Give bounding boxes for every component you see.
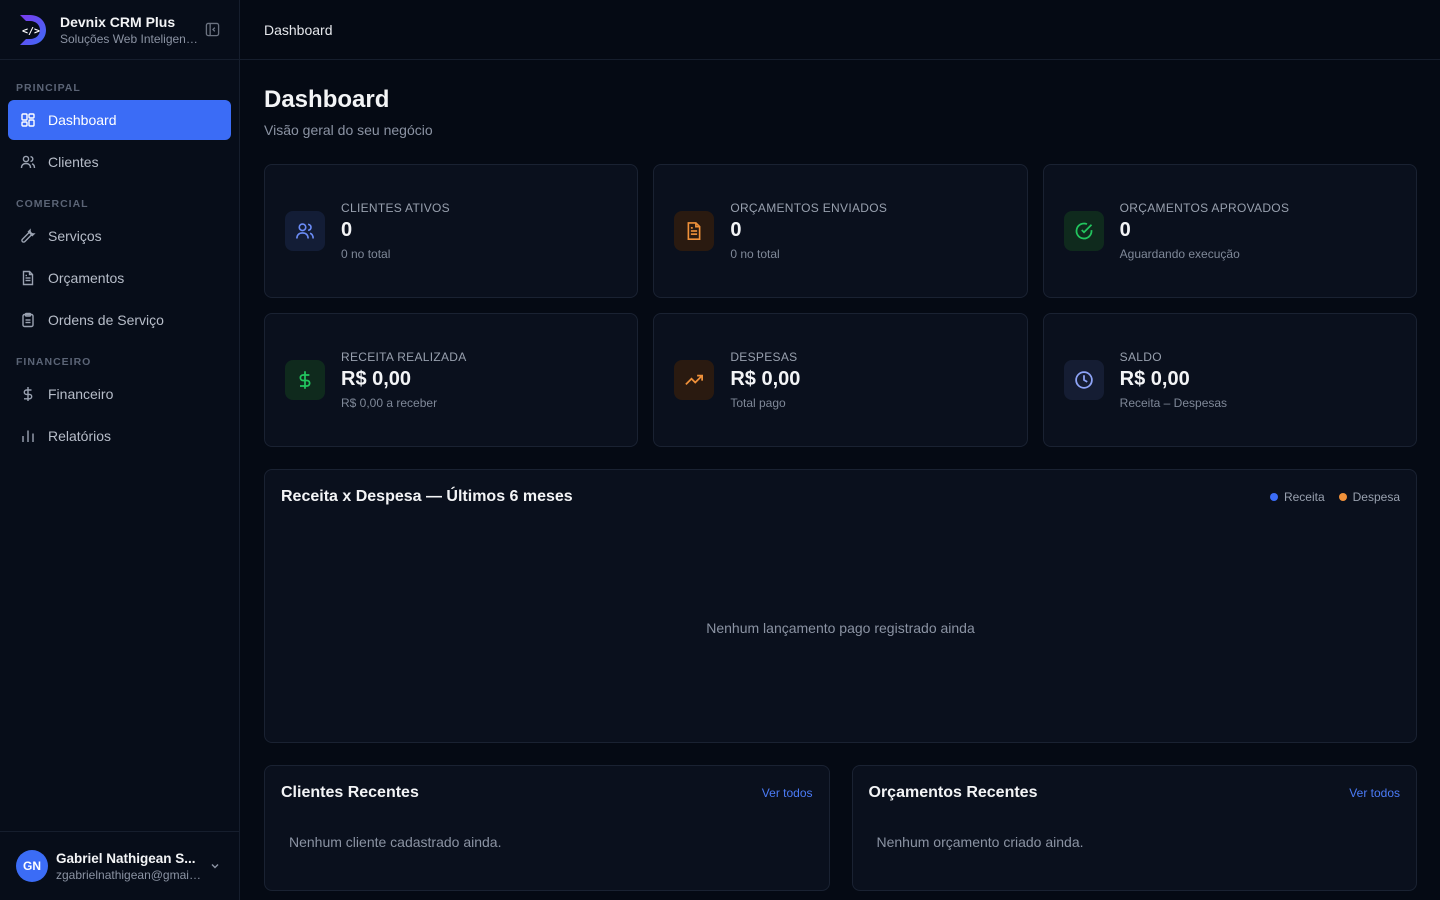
stat-note: 0 no total	[341, 247, 391, 261]
sidebar: </> Devnix CRM Plus Soluções Web Intelig…	[0, 0, 240, 900]
legend-item-receita: Receita	[1269, 490, 1325, 504]
stat-label: ORÇAMENTOS APROVADOS	[1119, 201, 1290, 215]
bar-chart-icon	[20, 428, 36, 444]
recent-clients-card: Clientes Recentes Ver todos Nenhum clien…	[264, 765, 830, 891]
sidebar-item-clientes[interactable]: Clientes	[8, 142, 231, 182]
stat-label: SALDO	[1119, 350, 1162, 364]
page-subtitle: Visão geral do seu negócio	[264, 122, 433, 138]
sidebar-item-ordens-de-servico[interactable]: Ordens de Serviço	[8, 300, 231, 340]
stat-label: DESPESAS	[730, 350, 798, 364]
sidebar-item-financeiro[interactable]: Financeiro	[8, 374, 231, 414]
user-menu[interactable]: GN Gabriel Nathigean S... zgabrielnathig…	[0, 831, 239, 900]
sidebar-collapse-button[interactable]	[201, 19, 223, 41]
sidebar-item-label: Serviços	[48, 228, 102, 244]
stat-label: RECEITA REALIZADA	[341, 350, 467, 364]
section-label-financeiro: FINANCEIRO	[16, 356, 92, 368]
stat-note: Receita – Despesas	[1119, 396, 1228, 410]
stat-value: 0	[730, 219, 742, 241]
legend-label: Receita	[1283, 490, 1325, 504]
stat-value: R$ 0,00	[730, 368, 801, 390]
grid-icon	[20, 112, 36, 128]
recent-quotes-empty: Nenhum orçamento criado ainda.	[876, 834, 1084, 850]
main: Dashboard Dashboard Visão geral do seu n…	[240, 0, 1440, 900]
check-circle-icon	[1063, 211, 1104, 251]
document-icon	[674, 211, 715, 251]
stat-card-clientes-ativos: CLIENTES ATIVOS 0 0 no total	[264, 164, 639, 298]
stat-card-orcamentos-enviados: ORÇAMENTOS ENVIADOS 0 0 no total	[653, 164, 1028, 298]
legend-dot	[1269, 493, 1278, 501]
chevron-down-icon	[211, 864, 219, 869]
stat-card-despesas: DESPESAS R$ 0,00 Total pago	[653, 313, 1028, 447]
recent-quotes-title: Orçamentos Recentes	[868, 784, 1038, 801]
page-title: Dashboard	[264, 86, 390, 113]
revenue-expense-chart: Receita x Despesa — Últimos 6 meses Rece…	[264, 469, 1417, 743]
recent-clients-empty: Nenhum cliente cadastrado ainda.	[289, 834, 502, 850]
stat-note: R$ 0,00 a receber	[341, 396, 438, 410]
chart-legend: Receita Despesa	[1269, 490, 1400, 504]
users-icon	[20, 154, 36, 170]
stat-value: R$ 0,00	[1119, 368, 1190, 390]
stat-label: ORÇAMENTOS ENVIADOS	[730, 201, 888, 215]
view-all-quotes-link[interactable]: Ver todos	[1349, 786, 1400, 800]
stat-value: 0	[341, 219, 353, 241]
stat-card-receita-realizada: RECEITA REALIZADA R$ 0,00 R$ 0,00 a rece…	[264, 313, 639, 447]
legend-label: Despesa	[1352, 490, 1400, 504]
brand-title: Devnix CRM Plus	[60, 13, 176, 30]
legend-item-despesa: Despesa	[1338, 490, 1400, 504]
recent-clients-title: Clientes Recentes	[281, 784, 419, 801]
user-email: zgabrielnathigean@gmail.com	[56, 867, 201, 882]
stat-card-orcamentos-aprovados: ORÇAMENTOS APROVADOS 0 Aguardando execuç…	[1042, 164, 1417, 298]
sidebar-item-relatorios[interactable]: Relatórios	[8, 416, 231, 456]
stat-card-saldo: SALDO R$ 0,00 Receita – Despesas	[1042, 313, 1417, 447]
svg-text:</>: </>	[22, 26, 40, 37]
avatar: GN	[16, 850, 48, 882]
sidebar-item-label: Ordens de Serviço	[48, 312, 164, 328]
legend-dot	[1338, 493, 1347, 501]
sidebar-item-label: Clientes	[48, 154, 99, 170]
sidebar-item-servicos[interactable]: Serviços	[8, 216, 231, 256]
user-name: Gabriel Nathigean S...	[56, 850, 196, 866]
recent-panels: Clientes Recentes Ver todos Nenhum clien…	[264, 765, 1417, 891]
section-label-comercial: COMERCIAL	[16, 198, 89, 210]
brand-subtitle: Soluções Web Inteligentes	[60, 31, 201, 46]
recent-quotes-card: Orçamentos Recentes Ver todos Nenhum orç…	[851, 765, 1417, 891]
sidebar-item-dashboard[interactable]: Dashboard	[8, 100, 231, 140]
sidebar-item-label: Financeiro	[48, 386, 114, 402]
users-icon	[285, 211, 325, 251]
devnix-logo-icon: </>	[20, 14, 46, 45]
trending-up-icon	[674, 360, 715, 400]
sidebar-nav: PRINCIPAL Dashboard Clientes COMERCIAL S…	[0, 60, 239, 831]
sidebar-item-label: Orçamentos	[48, 270, 125, 286]
clipboard-icon	[20, 312, 36, 328]
stat-note: 0 no total	[730, 247, 780, 261]
stat-note: Aguardando execução	[1119, 247, 1240, 261]
sidebar-item-label: Relatórios	[48, 428, 112, 444]
stat-value: R$ 0,00	[341, 368, 412, 390]
stats-grid: CLIENTES ATIVOS 0 0 no total ORÇAMENTOS …	[264, 164, 1417, 447]
dollar-icon	[20, 386, 36, 402]
stat-label: CLIENTES ATIVOS	[341, 201, 450, 215]
clock-icon	[1063, 360, 1104, 400]
sidebar-item-label: Dashboard	[48, 112, 117, 128]
breadcrumb: Dashboard	[264, 21, 333, 38]
section-label-principal: PRINCIPAL	[16, 82, 81, 94]
stat-value: 0	[1119, 219, 1131, 241]
stat-note: Total pago	[730, 396, 786, 410]
topbar: Dashboard	[240, 0, 1440, 60]
panel-left-close-icon	[205, 22, 219, 37]
document-icon	[20, 270, 36, 286]
view-all-clients-link[interactable]: Ver todos	[762, 786, 813, 800]
brand: </> Devnix CRM Plus Soluções Web Intelig…	[0, 0, 239, 60]
sidebar-item-orcamentos[interactable]: Orçamentos	[8, 258, 231, 298]
content: Dashboard Visão geral do seu negócio CLI…	[240, 60, 1440, 900]
chart-title: Receita x Despesa — Últimos 6 meses	[281, 488, 573, 505]
dollar-icon	[285, 360, 325, 400]
wrench-icon	[20, 228, 36, 244]
chart-empty-state: Nenhum lançamento pago registrado ainda	[706, 620, 975, 636]
